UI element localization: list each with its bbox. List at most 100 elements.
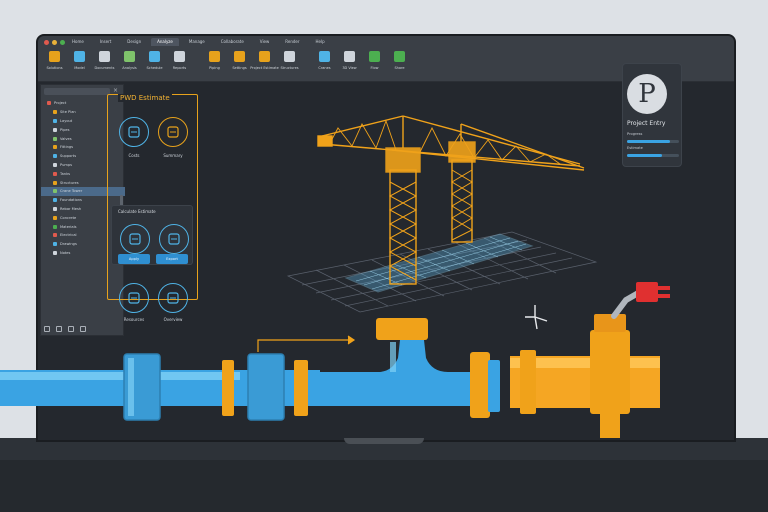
minimize-window-icon[interactable] [52,40,57,45]
document-icon [129,233,141,245]
pipe-icon [209,51,220,62]
crane-icon [319,51,330,62]
folder-icon [74,51,85,62]
tool-label: Share [394,66,405,70]
tool-label: Model [74,66,85,70]
new-file-icon [49,51,60,62]
estimate-button-label: Resources [123,317,145,322]
filter-icon[interactable] [56,326,62,332]
tree-node-icon [53,206,57,211]
tower-icon [284,51,295,62]
tool-button-tower[interactable]: Structures [277,49,302,77]
tree-node-icon [53,224,57,229]
tool-button-report[interactable]: Reports [167,49,192,77]
refresh-icon[interactable] [44,326,50,332]
tool-label: Reports [172,66,187,70]
ribbon-tabs: Home Insert Design Analyze Manage Collaborate… [66,38,331,46]
tool-button-flow[interactable]: Flow [362,49,387,77]
tab-home[interactable]: Home [66,38,90,46]
tree-item-label: Fittings [60,145,74,150]
pie-chart-icon [128,292,140,304]
tool-button-crane[interactable]: Cranes [312,49,337,77]
tree-node-icon [53,110,57,115]
close-panel-icon[interactable]: × [113,87,118,94]
tool-button-new-file[interactable]: Solutions [42,49,67,77]
tab-view[interactable]: View [254,38,276,46]
tool-button-chart[interactable]: Analysis [117,49,142,77]
tree-item-label: Pumps [60,162,73,167]
tree-item-label: Notes [60,250,71,255]
tree-item-label: Project [54,101,67,106]
tree-item-label: Foundations [60,198,82,203]
apply-button[interactable]: Apply [118,254,150,264]
tab-render[interactable]: Render [279,38,305,46]
flow-icon [369,51,380,62]
globe-icon [167,292,179,304]
tree-node-icon [47,101,51,106]
tool-button-layers[interactable]: Project Estimate [250,49,279,77]
share-icon [394,51,405,62]
user-profile-card: P Project Entry Progress Estimate [622,63,682,167]
calculate-estimate-card: Calculate Estimate Apply Export [111,205,193,265]
tree-node-icon [53,250,57,255]
export-button[interactable]: Export [156,254,188,264]
estimate-button-label: Summary [163,153,183,158]
cycle-button[interactable] [159,224,189,254]
estimate-progress-bar [627,154,679,157]
tool-button-pipe[interactable]: Piping [202,49,227,77]
tree-node-icon [53,127,57,132]
tab-manage[interactable]: Manage [183,38,211,46]
estimate-progress-label: Estimate [627,146,643,150]
report-icon [174,51,185,62]
estimate-title: PWD Estimate [118,94,172,102]
tree-search-input[interactable] [44,88,110,95]
settings-icon[interactable] [80,326,86,332]
tool-button-gear[interactable]: Settings [227,49,252,77]
tab-analyze[interactable]: Analyze [151,38,179,46]
tree-item-label: Layout [60,118,73,123]
tool-button-grid[interactable]: Schedule [142,49,167,77]
tree-item-label: Drawings [60,242,77,247]
tab-insert[interactable]: Insert [94,38,117,46]
tree-item-label: Structures [60,180,79,185]
document-button[interactable] [120,224,150,254]
add-icon[interactable] [68,326,74,332]
tree-node-icon [53,118,57,123]
estimate-button-label: Overview [163,317,183,322]
bar-chart-button[interactable] [158,117,188,147]
tab-design[interactable]: Design [121,38,147,46]
tool-button-cube[interactable]: 3D View [337,49,362,77]
tab-collaborate[interactable]: Collaborate [215,38,250,46]
ribbon-tools: Solutions Model Documents Analysis Schedule R… [42,49,412,77]
cube-icon [344,51,355,62]
tree-item-label: Tanks [60,171,71,176]
tree-item-label: Electrical [60,233,77,238]
user-name: Project Entry [627,120,666,127]
calculate-estimate-title: Calculate Estimate [118,209,156,214]
tool-button-sheet[interactable]: Documents [92,49,117,77]
tree-item-label: Concrete [60,215,77,220]
progress-fill [627,140,670,143]
tree-node-icon [53,189,57,194]
calculator-icon [128,126,140,138]
avatar[interactable]: P [627,74,667,114]
tree-item-label: Materials [60,224,77,229]
tool-label: Piping [209,66,220,70]
tree-node-icon [53,215,57,220]
tree-node-icon [53,154,57,159]
maximize-window-icon[interactable] [60,40,65,45]
sheet-icon [99,51,110,62]
tree-item-label: Pipes [60,127,70,132]
window-controls [44,40,65,45]
tool-label: Schedule [146,66,163,70]
calculator-button[interactable] [119,117,149,147]
close-window-icon[interactable] [44,40,49,45]
tool-button-share[interactable]: Share [387,49,412,77]
tree-item-label: Site Plan [60,110,76,115]
globe-button[interactable] [158,283,188,313]
tool-label: 3D View [342,66,357,70]
tool-label: Documents [94,66,115,70]
pie-chart-button[interactable] [119,283,149,313]
tab-help[interactable]: Help [310,38,331,46]
tool-button-folder[interactable]: Model [67,49,92,77]
